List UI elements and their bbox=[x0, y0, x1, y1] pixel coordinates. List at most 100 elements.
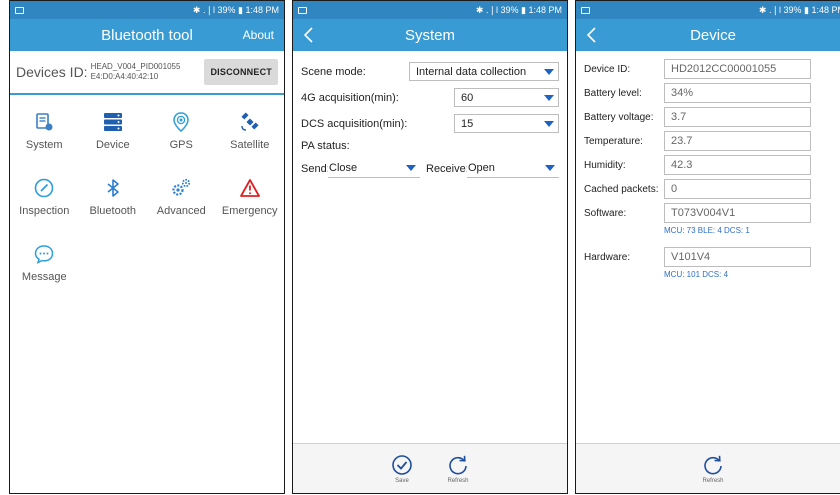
app-bar: System bbox=[293, 19, 567, 51]
refresh-button[interactable]: Refresh bbox=[447, 454, 469, 484]
hardware-row: Hardware: V101V4 bbox=[576, 246, 840, 268]
tile-label: Advanced bbox=[156, 205, 206, 217]
acq4g-select[interactable]: 60 bbox=[454, 88, 559, 107]
refresh-icon bbox=[449, 455, 467, 474]
dcs-label: DCS acquisition(min): bbox=[301, 117, 408, 130]
save-button[interactable]: Save bbox=[391, 454, 413, 484]
dcs-value: 15 bbox=[461, 117, 474, 130]
device-info-row: Devices ID: HEAD_V004_PID001055 E4:D0:A4… bbox=[10, 51, 284, 95]
page-title: Bluetooth tool bbox=[101, 26, 193, 44]
tile-inspection[interactable]: Inspection bbox=[10, 177, 79, 229]
tile-advanced[interactable]: Advanced bbox=[147, 177, 216, 229]
tile-label: Message bbox=[21, 271, 67, 283]
device-screen: ✱ .❘l 39% ▮ 1:48 PM Device Device ID: HD… bbox=[575, 0, 840, 494]
system-screen: ✱ .❘l 39% ▮ 1:48 PM System Scene mode: I… bbox=[292, 0, 568, 494]
send-label: Send: bbox=[301, 162, 330, 175]
status-indicators: ✱ .❘l 39% ▮ 1:48 PM bbox=[475, 4, 562, 15]
tile-label: Bluetooth bbox=[89, 205, 136, 217]
hardware-label: Hardware: bbox=[584, 251, 631, 263]
tile-message[interactable]: Message bbox=[10, 243, 79, 295]
pa-controls-row: Send: Close Receive: Open bbox=[301, 156, 559, 181]
devices-id-label: Devices ID: bbox=[16, 64, 88, 80]
dcs-row: DCS acquisition(min): 15 bbox=[301, 111, 559, 136]
tile-label: Satellite bbox=[230, 139, 270, 151]
pa-status-row: PA status: bbox=[301, 137, 559, 155]
battery-voltage-row: Battery voltage: 3.7 bbox=[576, 106, 840, 128]
scene-mode-label: Scene mode: bbox=[301, 65, 366, 78]
image-notification-icon bbox=[298, 6, 307, 14]
software-label: Software: bbox=[584, 207, 627, 219]
hardware-versions: MCU: 101 DCS: 4 bbox=[664, 270, 729, 279]
bluetooth-icon bbox=[107, 179, 119, 197]
back-arrow-icon[interactable] bbox=[299, 24, 319, 46]
tile-emergency[interactable]: Emergency bbox=[216, 177, 285, 229]
message-icon bbox=[34, 245, 54, 264]
scene-mode-row: Scene mode: Internal data collection bbox=[301, 59, 559, 84]
send-select[interactable]: Close bbox=[328, 159, 420, 178]
system-icon bbox=[36, 113, 53, 131]
hardware-field[interactable]: V101V4 bbox=[664, 247, 811, 267]
receive-value: Open bbox=[468, 162, 495, 174]
tile-satellite[interactable]: Satellite bbox=[216, 111, 285, 163]
humidity-row: Humidity: 42.3 bbox=[576, 154, 840, 176]
tile-system[interactable]: System bbox=[10, 111, 79, 163]
tile-bluetooth[interactable]: Bluetooth bbox=[79, 177, 148, 229]
humidity-label: Humidity: bbox=[584, 159, 626, 171]
bottom-action-bar: Save Refresh bbox=[293, 443, 567, 493]
device-id-label: Device ID: bbox=[584, 63, 631, 75]
software-field[interactable]: T073V004V1 bbox=[664, 203, 811, 223]
scene-mode-select[interactable]: Internal data collection bbox=[409, 62, 559, 81]
refresh-caption: Refresh bbox=[447, 477, 469, 484]
humidity-field[interactable]: 42.3 bbox=[664, 155, 811, 175]
bluetooth-tool-screen: ✱ .❘l 39% ▮ 1:48 PM Bluetooth tool About… bbox=[9, 0, 285, 494]
inspection-icon bbox=[34, 178, 54, 198]
cached-packets-field[interactable]: 0 bbox=[664, 179, 811, 199]
tile-device[interactable]: Device bbox=[79, 111, 148, 163]
save-caption: Save bbox=[395, 477, 409, 484]
refresh-icon bbox=[704, 455, 722, 474]
system-form: Scene mode: Internal data collection 4G … bbox=[293, 51, 567, 181]
advanced-gears-icon bbox=[172, 178, 191, 196]
status-bar: ✱ .❘l 39% ▮ 1:48 PM bbox=[576, 1, 840, 19]
about-button[interactable]: About bbox=[243, 28, 274, 42]
battery-level-field[interactable]: 34% bbox=[664, 83, 811, 103]
software-versions: MCU: 73 BLE: 4 DCS: 1 bbox=[664, 226, 750, 235]
satellite-icon bbox=[241, 112, 259, 131]
temperature-label: Temperature: bbox=[584, 135, 643, 147]
status-indicators: ✱ .❘l 39% ▮ 1:48 PM bbox=[758, 4, 840, 15]
device-name: HEAD_V004_PID001055 bbox=[90, 62, 181, 71]
device-id-field[interactable]: HD2012CC00001055 bbox=[664, 59, 811, 79]
refresh-button[interactable]: Refresh bbox=[702, 454, 724, 484]
bottom-action-bar: Refresh bbox=[576, 443, 840, 493]
disconnect-button[interactable]: DISCONNECT bbox=[204, 59, 278, 85]
device-mac: E4:D0:A4:40:42:10 bbox=[90, 72, 159, 81]
battery-level-label: Battery level: bbox=[584, 87, 642, 99]
tile-label: Device bbox=[95, 139, 130, 151]
temperature-row: Temperature: 23.7 bbox=[576, 130, 840, 152]
battery-voltage-label: Battery voltage: bbox=[584, 111, 654, 123]
device-id-row: Device ID: HD2012CC00001055 bbox=[576, 58, 840, 80]
status-indicators: ✱ .❘l 39% ▮ 1:48 PM bbox=[192, 4, 279, 15]
app-bar: Bluetooth tool About bbox=[10, 19, 284, 51]
tile-gps[interactable]: GPS bbox=[147, 111, 216, 163]
dropdown-arrow-icon bbox=[406, 165, 416, 171]
function-grid: System Device GPS Satellite Inspection B… bbox=[10, 95, 284, 295]
receive-select[interactable]: Open bbox=[467, 159, 559, 178]
refresh-caption: Refresh bbox=[702, 477, 724, 484]
device-details: Device ID: HD2012CC00001055 Battery leve… bbox=[576, 51, 840, 282]
image-notification-icon bbox=[581, 6, 590, 14]
send-value: Close bbox=[329, 162, 358, 174]
temperature-field[interactable]: 23.7 bbox=[664, 131, 811, 151]
back-arrow-icon[interactable] bbox=[582, 24, 602, 46]
app-bar: Device bbox=[576, 19, 840, 51]
device-icon bbox=[103, 113, 122, 131]
tile-label: Emergency bbox=[221, 205, 278, 217]
page-title: Device bbox=[690, 26, 736, 44]
image-notification-icon bbox=[15, 6, 24, 14]
dcs-select[interactable]: 15 bbox=[454, 114, 559, 133]
dropdown-arrow-icon bbox=[544, 68, 554, 75]
battery-voltage-field[interactable]: 3.7 bbox=[664, 107, 811, 127]
status-bar: ✱ .❘l 39% ▮ 1:48 PM bbox=[293, 1, 567, 19]
tile-label: Inspection bbox=[19, 205, 70, 217]
dropdown-arrow-icon bbox=[544, 120, 554, 127]
